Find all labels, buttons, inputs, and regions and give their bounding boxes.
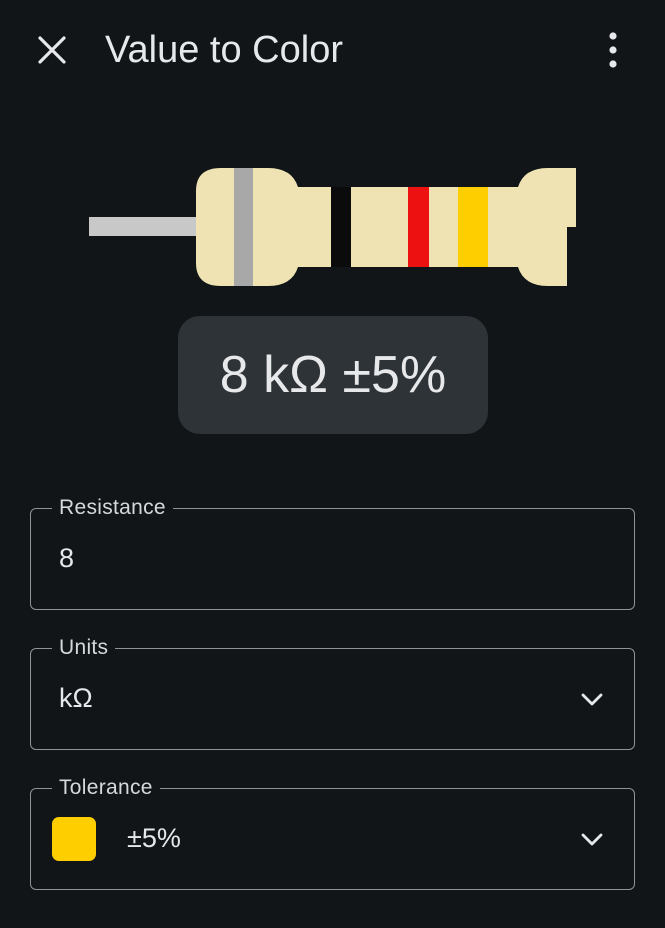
- chevron-down-icon[interactable]: [579, 826, 605, 852]
- more-vertical-icon[interactable]: [596, 30, 630, 70]
- band-gold: [458, 187, 488, 267]
- tolerance-label: Tolerance: [52, 775, 160, 801]
- resistance-result-chip: 8 kΩ ±5%: [178, 316, 488, 434]
- resistance-label: Resistance: [52, 495, 173, 521]
- resistance-field[interactable]: Resistance 8: [30, 495, 635, 610]
- tolerance-field-outline: [30, 788, 635, 890]
- units-field-outline: [30, 648, 635, 750]
- band-red: [408, 187, 429, 267]
- resistor-lead: [89, 217, 201, 236]
- result-text: 8 kΩ ±5%: [219, 346, 447, 404]
- band-black: [331, 187, 351, 267]
- tolerance-dropdown[interactable]: Tolerance ±5%: [30, 775, 635, 890]
- units-label: Units: [52, 635, 116, 661]
- resistor-illustration: [89, 168, 576, 286]
- units-dropdown[interactable]: Units kΩ: [30, 635, 635, 750]
- units-selected-value[interactable]: kΩ: [59, 680, 93, 716]
- tolerance-color-swatch: [52, 817, 96, 861]
- resistance-field-outline: [30, 508, 635, 610]
- band-silver: [234, 168, 253, 286]
- app-bar: Value to Color: [0, 0, 665, 100]
- page-title: Value to Color: [105, 29, 343, 71]
- close-icon[interactable]: [34, 32, 70, 68]
- resistance-input[interactable]: 8: [59, 540, 74, 576]
- chevron-down-icon[interactable]: [579, 686, 605, 712]
- tolerance-selected-value[interactable]: ±5%: [127, 820, 181, 856]
